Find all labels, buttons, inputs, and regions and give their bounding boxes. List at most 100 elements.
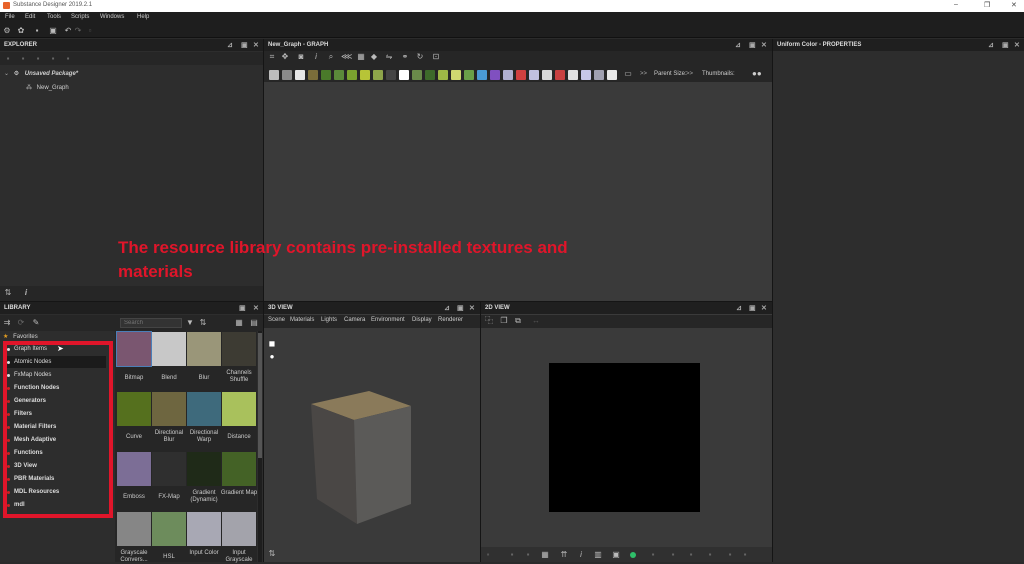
menu-windows[interactable]: Windows <box>100 14 124 20</box>
thumb-directional-blur[interactable] <box>152 392 186 426</box>
thumb-hsl[interactable] <box>152 512 186 546</box>
atomic-node-icon[interactable] <box>503 70 513 80</box>
thumb-directional-warp[interactable] <box>187 392 221 426</box>
atomic-node-icon[interactable] <box>594 70 604 80</box>
favorites-row[interactable]: ★ Favorites <box>3 333 38 340</box>
explorer-tool-icon[interactable]: ▪ <box>49 55 57 63</box>
move-icon[interactable]: ✥ <box>281 53 289 61</box>
tree-icon[interactable]: ⇅ <box>4 289 12 297</box>
copy-icon[interactable]: ❐ <box>500 317 508 325</box>
atomic-node-icon[interactable] <box>334 70 344 80</box>
thumb-curve[interactable] <box>117 392 151 426</box>
pin-icon[interactable]: ⊿ <box>227 41 233 49</box>
splitter[interactable] <box>480 302 481 562</box>
tool-icon[interactable]: ▪ <box>508 551 516 559</box>
thumb-input-color[interactable] <box>187 512 221 546</box>
close-icon[interactable]: ✕ <box>253 304 259 312</box>
color-icon[interactable] <box>630 552 636 558</box>
align-icon[interactable]: ⇈ <box>560 551 568 559</box>
atomic-node-icon[interactable] <box>464 70 474 80</box>
explorer-tool-icon[interactable]: ▪ <box>4 55 12 63</box>
thumb-channels-shuffle[interactable] <box>222 332 256 366</box>
image-icon[interactable]: ▣ <box>612 551 620 559</box>
tool-icon[interactable]: ▪ <box>726 551 734 559</box>
info-icon[interactable]: i <box>22 289 30 297</box>
zoom-icon[interactable]: ↔ <box>532 317 540 325</box>
atomic-node-icon[interactable] <box>321 70 331 80</box>
thumb-blur[interactable] <box>187 332 221 366</box>
graph-row[interactable]: ⁂ New_Graph <box>26 84 69 91</box>
3d-menu-scene[interactable]: Scene <box>268 317 285 323</box>
tree-icon[interactable]: ⇅ <box>268 550 276 558</box>
close-icon[interactable]: ✕ <box>1014 41 1020 49</box>
save-all-icon[interactable]: ▣ <box>49 27 57 35</box>
search-icon[interactable]: ⌕ <box>327 53 335 61</box>
rotate-icon[interactable]: ↻ <box>416 53 424 61</box>
redo-icon[interactable]: ↷ <box>74 27 82 35</box>
maximize-icon[interactable]: ▣ <box>749 41 756 49</box>
restore-icon[interactable]: ❐ <box>984 1 990 9</box>
tool-icon[interactable]: ▪ <box>687 551 695 559</box>
tool-icon[interactable]: ▪ <box>741 551 749 559</box>
info-icon[interactable]: i <box>577 551 585 559</box>
atomic-node-icon[interactable] <box>490 70 500 80</box>
close-icon[interactable]: ✕ <box>469 304 475 312</box>
maximize-icon[interactable]: ▣ <box>239 304 246 312</box>
pin-icon[interactable]: ⊿ <box>444 304 450 312</box>
pin-icon[interactable]: ⊿ <box>735 41 741 49</box>
close-icon[interactable]: ✕ <box>761 304 767 312</box>
thumb-gradient-dynamic[interactable] <box>187 452 221 486</box>
3d-menu-environment[interactable]: Environment <box>371 317 405 323</box>
view-toggle-icon[interactable]: ●● <box>752 69 762 78</box>
tool-icon[interactable]: ▪ <box>524 551 532 559</box>
menu-tools[interactable]: Tools <box>47 14 61 20</box>
scrollbar-thumb[interactable] <box>258 333 262 458</box>
thumb-fx-map[interactable] <box>152 452 186 486</box>
atomic-node-icon[interactable] <box>555 70 565 80</box>
histogram-icon[interactable]: ▥ <box>594 551 602 559</box>
package-row[interactable]: ⌄ ⚙ Unsaved Package* <box>4 70 78 77</box>
atomic-node-icon[interactable] <box>347 70 357 80</box>
thumb-distance[interactable] <box>222 392 256 426</box>
grid-icon[interactable]: ▦ <box>541 551 549 559</box>
more-nodes-button[interactable]: >> <box>640 71 647 77</box>
atomic-node-icon[interactable] <box>607 70 617 80</box>
video-camera-icon[interactable]: ◼ <box>268 340 276 348</box>
expand-chevron-icon[interactable]: ⌄ <box>4 71 9 77</box>
nodes-icon[interactable]: ⚭ <box>401 53 409 61</box>
thumb-grayscale-conversion[interactable] <box>117 512 151 546</box>
parent-size-more[interactable]: >> <box>686 71 693 77</box>
fullscreen-icon[interactable]: ⊡ <box>432 53 440 61</box>
atomic-node-icon[interactable] <box>516 70 526 80</box>
atomic-node-icon[interactable] <box>412 70 422 80</box>
frame-icon[interactable]: ⌗ <box>268 53 276 61</box>
menu-file[interactable]: File <box>5 14 15 20</box>
thumb-gradient-map[interactable] <box>222 452 256 486</box>
atomic-node-icon[interactable] <box>295 70 305 80</box>
3d-menu-renderer[interactable]: Renderer <box>438 317 463 323</box>
tool-icon[interactable]: ▪ <box>649 551 657 559</box>
atomic-node-icon[interactable] <box>308 70 318 80</box>
atomic-node-icon[interactable] <box>529 70 539 80</box>
atomic-node-icon[interactable] <box>581 70 591 80</box>
menu-edit[interactable]: Edit <box>25 14 35 20</box>
3d-menu-materials[interactable]: Materials <box>290 317 314 323</box>
python-icon[interactable]: ◆ <box>370 53 378 61</box>
maximize-icon[interactable]: ▣ <box>749 304 756 312</box>
share-icon[interactable]: ⋘ <box>341 53 352 61</box>
new-package-icon[interactable]: ⚙ <box>3 27 11 35</box>
align-icon[interactable]: ⇋ <box>385 53 393 61</box>
atomic-node-icon[interactable] <box>542 70 552 80</box>
history-icon[interactable]: ▫ <box>86 27 94 35</box>
atomic-node-icon[interactable] <box>282 70 292 80</box>
menu-help[interactable]: Help <box>137 14 149 20</box>
maximize-icon[interactable]: ▣ <box>457 304 464 312</box>
close-icon[interactable]: ✕ <box>253 41 259 49</box>
undo-icon[interactable]: ↶ <box>64 27 72 35</box>
atomic-node-icon[interactable] <box>451 70 461 80</box>
maximize-icon[interactable]: ▣ <box>1002 41 1009 49</box>
library-search-input[interactable] <box>120 318 182 328</box>
tile-icon[interactable]: ⧉ <box>514 317 522 325</box>
atomic-node-icon[interactable] <box>269 70 279 80</box>
window-close-icon[interactable]: ✕ <box>1011 1 1017 9</box>
